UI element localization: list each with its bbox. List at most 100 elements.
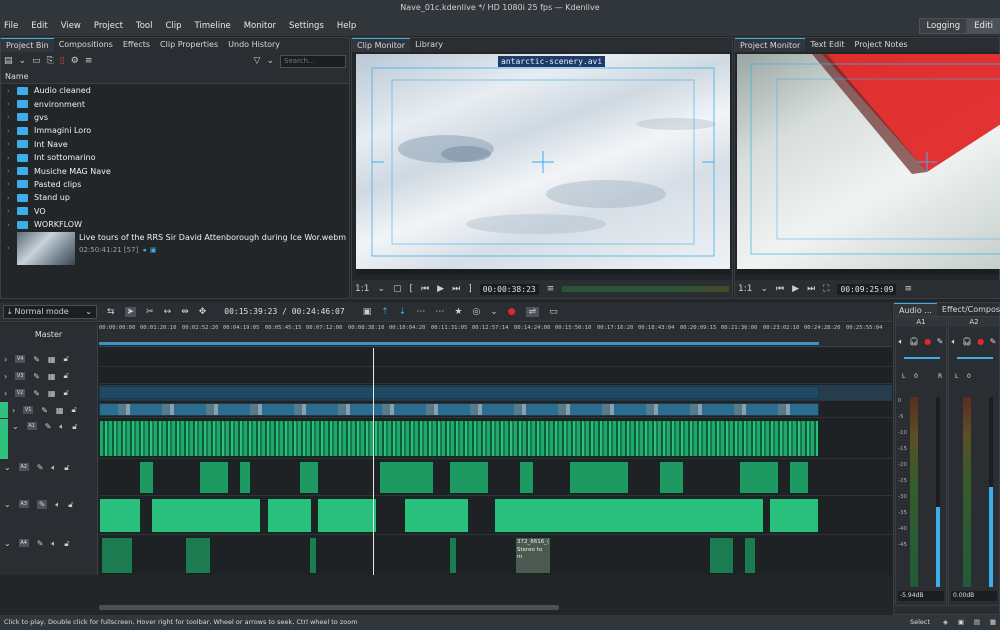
insert-zone-icon[interactable]: ⋯ (416, 307, 425, 317)
audio-clip[interactable] (739, 461, 779, 494)
menu-file[interactable]: File (4, 21, 18, 31)
track-header-a4[interactable]: ⌄ A4 ✎ 🔈︎ 🔓︎ (0, 536, 98, 574)
volume-fader[interactable] (936, 397, 940, 587)
zone-out-icon[interactable]: ] (468, 284, 472, 294)
audio-clip[interactable] (99, 498, 141, 533)
tab-project-monitor[interactable]: Project Monitor (735, 38, 806, 52)
audio-clip[interactable] (449, 461, 489, 494)
forward-icon[interactable]: ⏭ (807, 284, 815, 294)
tab-compositions[interactable]: Compositions (54, 38, 118, 52)
chevron-right-icon[interactable]: › (4, 372, 7, 381)
video-visible-icon[interactable]: ▦ (48, 355, 56, 364)
tab-project-notes[interactable]: Project Notes (850, 38, 913, 52)
extract-icon[interactable]: ⇣ (399, 307, 407, 317)
audio-clip[interactable] (744, 537, 756, 574)
speaker-icon[interactable]: 🔈︎ (952, 337, 957, 347)
effect-icon[interactable]: ✎ (937, 337, 944, 347)
volume-readout[interactable]: -5.94dB (898, 591, 944, 601)
project-monitor-view[interactable] (737, 54, 1000, 269)
master-track-label[interactable]: Master (0, 323, 97, 347)
audio-clip[interactable] (239, 461, 251, 494)
bin-folder[interactable]: › Pasted clips (1, 178, 349, 191)
audio-clip[interactable] (185, 537, 211, 574)
insert-mode-icon[interactable]: ⇆ (107, 307, 115, 317)
audio-clip[interactable] (379, 461, 434, 494)
track-header-v3[interactable]: › V3 ✎ ▦ 🔓︎ (0, 368, 98, 384)
menu-icon[interactable]: ≡ (547, 284, 555, 294)
effect-icon[interactable]: ✎ (36, 500, 48, 509)
layout-logging[interactable]: Logging (919, 18, 968, 34)
audio-clip[interactable] (299, 461, 319, 494)
timeline-menu-icon[interactable]: ▭ (549, 307, 558, 317)
rewind-icon[interactable]: ⏮ (421, 284, 429, 294)
play-icon[interactable]: ▶ (437, 284, 444, 294)
bin-folder[interactable]: › gvs (1, 111, 349, 124)
list-view-icon[interactable]: ≡ (85, 56, 93, 66)
video-visible-icon[interactable]: ▦ (48, 372, 56, 381)
folder-add-icon[interactable]: ▭ (32, 56, 41, 66)
track-header-a1[interactable]: ⌄ A1 ✎ 🔈︎ 🔓︎ (0, 419, 98, 459)
chevron-right-icon[interactable]: › (7, 100, 13, 108)
menu-clip[interactable]: Clip (165, 21, 181, 31)
bin-clip-item[interactable]: › Live tours of the RRS Sir David Attenb… (1, 231, 349, 267)
rewind-icon[interactable]: ⏮ (776, 284, 784, 294)
track-a1[interactable] (99, 419, 892, 459)
speaker-icon[interactable]: 🔈︎ (899, 337, 904, 347)
chevron-right-icon[interactable]: › (7, 113, 13, 121)
target-icon[interactable]: ◎ (472, 307, 480, 317)
audio-clip[interactable] (267, 498, 312, 533)
effect-icon[interactable]: ✎ (41, 406, 48, 415)
video-visible-icon[interactable]: ▦ (56, 406, 64, 415)
clip-monitor-view[interactable]: antarctic-scenery.avi (356, 54, 730, 269)
video-visible-icon[interactable]: ▦ (48, 389, 56, 398)
delete-icon[interactable]: ▯ (60, 56, 65, 66)
effect-icon[interactable]: ✎ (37, 539, 44, 548)
timeline-zone-bar[interactable] (99, 342, 819, 345)
bin-folder[interactable]: › Musiche MAG Nave (1, 164, 349, 177)
tab-clip-properties[interactable]: Clip Properties (155, 38, 223, 52)
audio-clip[interactable] (569, 461, 629, 494)
speaker-icon[interactable]: 🔈︎ (55, 500, 60, 510)
menu-settings[interactable]: Settings (289, 21, 324, 31)
effect-icon[interactable]: ✎ (45, 422, 52, 431)
monitor-icon[interactable]: ▣ (958, 615, 964, 630)
chevron-right-icon[interactable]: › (7, 140, 13, 148)
zoom-select[interactable]: 1:1 (355, 284, 369, 294)
layout-icon[interactable]: ▤ (974, 615, 980, 630)
crop-icon[interactable]: ⛶ (823, 284, 829, 294)
volume-fader[interactable] (989, 397, 993, 587)
tab-library[interactable]: Library (410, 38, 448, 52)
bin-folder[interactable]: › WORKFLOW (1, 218, 349, 231)
track-header-v2[interactable]: › V2 ✎ ▦ 🔓︎ (0, 385, 98, 401)
volume-readout[interactable]: 0.00dB (951, 591, 997, 601)
clip-timecode[interactable]: 00:00:38:23 (479, 283, 539, 295)
track-a2[interactable] (99, 460, 892, 496)
chevron-right-icon[interactable]: › (7, 221, 13, 229)
audio-clip[interactable] (317, 498, 377, 533)
menu-edit[interactable]: Edit (31, 21, 47, 31)
razor-tool-icon[interactable]: ✂ (146, 307, 154, 317)
bin-folder[interactable]: › Audio cleaned (1, 84, 349, 97)
move-tool-icon[interactable]: ✥ (199, 307, 207, 317)
lift-icon[interactable]: ⇡ (381, 307, 389, 317)
audio-clip[interactable] (139, 461, 154, 494)
chevron-down-icon[interactable]: ⌄ (377, 284, 385, 294)
bin-folder[interactable]: › Immagini Loro (1, 124, 349, 137)
track-v4[interactable] (99, 351, 892, 367)
audio-clip[interactable] (789, 461, 809, 494)
menu-monitor[interactable]: Monitor (244, 21, 276, 31)
headphones-icon[interactable]: 🎧︎ (962, 337, 972, 347)
lock-icon[interactable]: 🔓︎ (71, 405, 76, 415)
speaker-icon[interactable]: 🔈︎ (51, 539, 56, 549)
audio-clip[interactable] (709, 537, 734, 574)
playhead[interactable] (373, 348, 374, 575)
chevron-right-icon[interactable]: › (7, 167, 13, 175)
audio-clip[interactable] (101, 537, 133, 574)
chevron-down-icon[interactable]: ⌄ (266, 56, 274, 66)
speaker-icon[interactable]: 🔈︎ (51, 463, 56, 473)
menu-help[interactable]: Help (337, 21, 356, 31)
zoom-select[interactable]: 1:1 (738, 284, 752, 294)
chevron-right-icon[interactable]: › (7, 244, 13, 252)
menu-icon[interactable]: ▤ (4, 56, 13, 66)
tab-effects[interactable]: Effects (118, 38, 155, 52)
